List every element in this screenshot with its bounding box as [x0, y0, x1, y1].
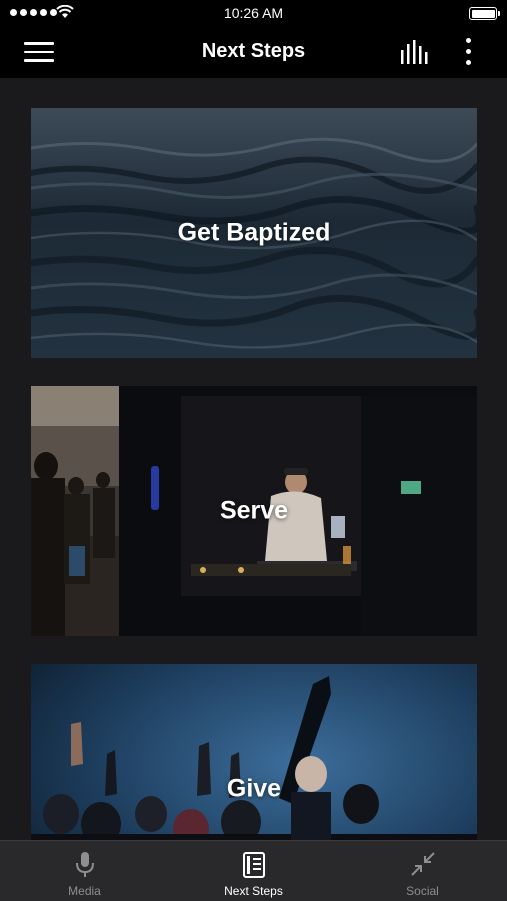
card-serve[interactable]: Serve [31, 386, 477, 636]
more-options-button[interactable] [458, 38, 478, 68]
book-icon [242, 852, 265, 878]
tab-label: Media [68, 884, 101, 898]
collapse-arrows-icon [410, 852, 435, 876]
card-give[interactable]: Give [31, 664, 477, 840]
battery-icon [469, 7, 500, 20]
tab-media[interactable]: Media [0, 841, 169, 901]
tab-label: Next Steps [224, 884, 283, 898]
next-steps-list: Get Baptized Serve Give [0, 78, 507, 840]
card-get-baptized[interactable]: Get Baptized [31, 108, 477, 358]
card-label: Give [226, 774, 282, 803]
card-label: Get Baptized [177, 218, 331, 247]
microphone-icon [75, 852, 94, 877]
status-bar: 10:26 AM [0, 0, 507, 26]
tab-label: Social [406, 884, 439, 898]
audio-levels-icon[interactable] [398, 40, 432, 66]
tab-next-steps[interactable]: Next Steps [169, 841, 338, 901]
worship-crowd-image [31, 664, 477, 840]
status-time: 10:26 AM [223, 5, 284, 21]
tab-social[interactable]: Social [338, 841, 507, 901]
tab-bar: Media Next Steps Social [0, 840, 507, 901]
nav-bar: Next Steps [0, 26, 507, 78]
card-label: Serve [219, 496, 289, 525]
